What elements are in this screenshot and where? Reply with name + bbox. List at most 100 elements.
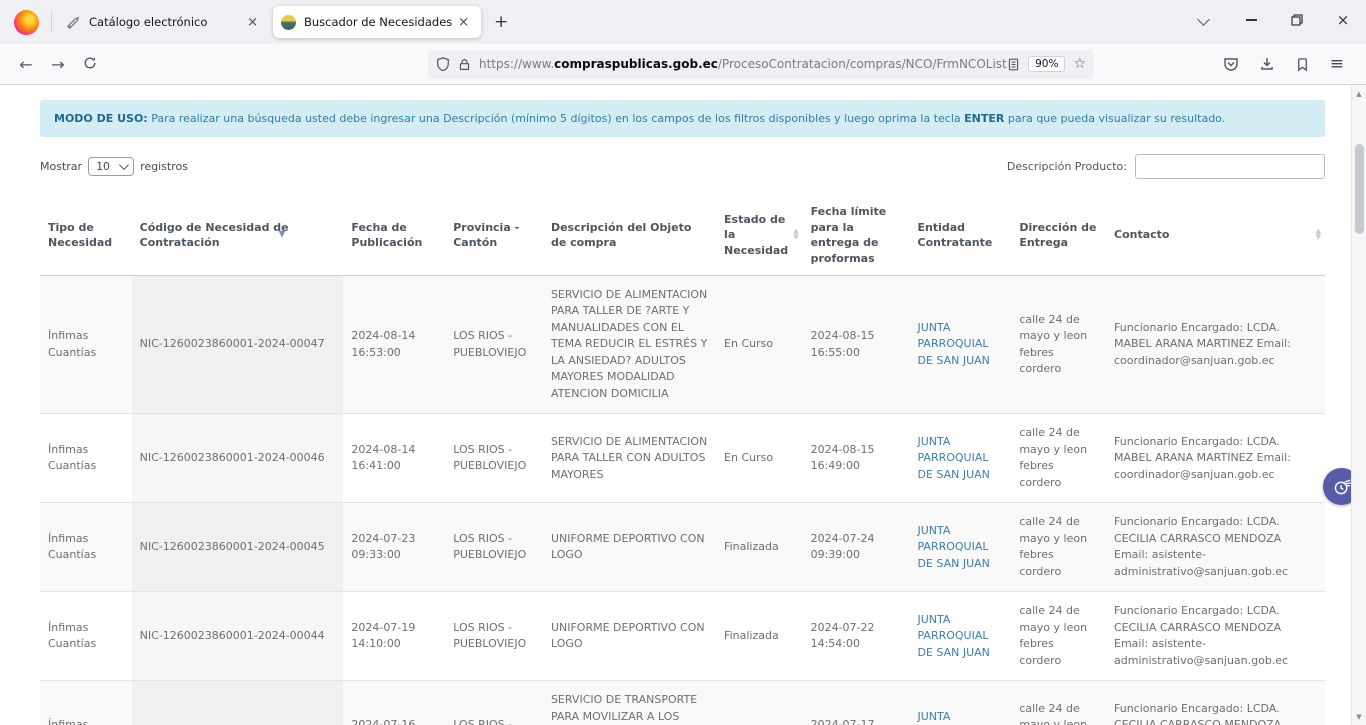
lock-icon[interactable] xyxy=(458,58,471,71)
tab-close-icon[interactable]: × xyxy=(454,15,473,30)
vertical-scrollbar[interactable]: ▲ ▼ xyxy=(1351,86,1366,725)
table-row[interactable]: Ínfimas Cuantías NIC-1260023860001-2024-… xyxy=(40,503,1325,592)
header-codigo[interactable]: Código de Necesidad de Contratación▼ xyxy=(132,195,344,275)
entidad-link[interactable]: JUNTA PARROQUIAL DE SAN JUAN xyxy=(918,435,990,481)
table-row[interactable]: Ínfimas Cuantías NIC-1260023860001-2024-… xyxy=(40,414,1325,503)
cell-provincia-canton: LOS RIOS - PUEBLOVIEJO xyxy=(445,681,543,725)
reader-view-icon[interactable] xyxy=(1007,58,1020,71)
header-direccion[interactable]: Dirección de Entrega xyxy=(1011,195,1106,275)
cell-contacto: Funcionario Encargado: LCDA. MABEL ARANA… xyxy=(1106,275,1325,414)
scrollbar-up-icon[interactable]: ▲ xyxy=(1352,90,1366,98)
buscador-favicon-icon xyxy=(281,15,296,30)
url-path: /ProcesoContratacion/compras/NCO/FrmNCOL… xyxy=(718,57,1007,71)
browser-tab-bar: Catálogo electrónico × Buscador de Neces… xyxy=(0,0,1366,44)
table-row[interactable]: Ínfimas Cuantías NIC-1260023860001-2024-… xyxy=(40,275,1325,414)
tab-close-icon[interactable]: × xyxy=(243,15,262,30)
cell-descripcion: SERVICIO DE ALIMENTACION PARA TALLER CON… xyxy=(543,414,716,503)
header-entidad[interactable]: Entidad Contratante xyxy=(910,195,1012,275)
descripcion-producto-input[interactable] xyxy=(1135,154,1325,179)
entidad-link[interactable]: JUNTA PARROQUIAL DE SAN JUAN xyxy=(918,613,990,659)
needs-table: Tipo de Necesidad Código de Necesidad de… xyxy=(40,195,1325,725)
cell-entidad: JUNTA PARROQUIAL DE SAN JUAN xyxy=(910,503,1012,592)
header-estado[interactable]: Estado de la Necesidad ▲▼ xyxy=(716,195,803,275)
shield-icon[interactable] xyxy=(436,57,450,71)
firefox-logo-icon[interactable] xyxy=(14,10,39,35)
tab-buscador-necesidades[interactable]: Buscador de Necesidades de Co × xyxy=(273,6,481,38)
table-row[interactable]: Ínfimas Cuantías NIC-1260023860001-2024-… xyxy=(40,592,1325,681)
header-fecha-limite[interactable]: Fecha límite para la entrega de proforma… xyxy=(803,195,910,275)
table-header-row: Tipo de Necesidad Código de Necesidad de… xyxy=(40,195,1325,275)
tab-title: Buscador de Necesidades de Co xyxy=(304,15,454,29)
header-label: Tipo de Necesidad xyxy=(48,221,112,249)
usage-banner: MODO DE USO: Para realizar una búsqueda … xyxy=(40,100,1325,137)
header-label: Estado de la Necesidad xyxy=(724,213,788,257)
header-label: Contacto xyxy=(1114,228,1169,241)
browser-toolbar: ← → https://www.compraspublicas.gob.ec/P… xyxy=(0,44,1366,85)
window-close-button[interactable]: × xyxy=(1320,0,1366,40)
forward-button[interactable]: → xyxy=(42,55,74,74)
pocket-icon[interactable] xyxy=(1223,56,1239,72)
table-controls: Mostrar 10 registros Descripción Product… xyxy=(40,154,1325,179)
entidad-link[interactable]: JUNTA PARROQUIAL DE SAN JUAN xyxy=(918,524,990,570)
filter-group: Descripción Producto: xyxy=(1007,154,1325,179)
cell-provincia-canton: LOS RIOS - PUEBLOVIEJO xyxy=(445,275,543,414)
banner-bold-enter: ENTER xyxy=(964,112,1004,125)
reload-button[interactable] xyxy=(74,55,106,74)
download-icon[interactable] xyxy=(1259,56,1275,72)
header-tipo-necesidad[interactable]: Tipo de Necesidad xyxy=(40,195,132,275)
cell-fecha-limite: 2024-07-22 14:54:00 xyxy=(803,592,910,681)
cell-fecha-limite: 2024-07-24 09:39:00 xyxy=(803,503,910,592)
scrollbar-thumb[interactable] xyxy=(1355,144,1364,234)
menu-icon[interactable]: ≡ xyxy=(1330,54,1344,74)
cell-entidad: JUNTA PARROQUIAL DE SAN JUAN xyxy=(910,681,1012,725)
filter-label: Descripción Producto: xyxy=(1007,160,1127,173)
bookmark-star-icon[interactable]: ☆ xyxy=(1073,56,1086,72)
toolbar-right-icons: ≡ xyxy=(1223,54,1356,74)
table-row[interactable]: Ínfimas Cuantías NIC-1260023860001-2024-… xyxy=(40,681,1325,725)
catalogo-favicon-icon xyxy=(66,15,81,30)
entidad-link[interactable]: JUNTA PARROQUIAL DE SAN JUAN xyxy=(918,321,990,367)
header-descripcion[interactable]: Descripción del Objeto de compra xyxy=(543,195,716,275)
page-size-select[interactable]: 10 xyxy=(88,157,134,176)
sort-both-icon[interactable]: ▲▼ xyxy=(793,229,798,241)
page-size-value: 10 xyxy=(96,160,110,173)
entidad-link[interactable]: JUNTA PARROQUIAL DE SAN JUAN xyxy=(918,710,990,725)
cell-estado: Finalizada xyxy=(716,503,803,592)
header-contacto[interactable]: Contacto ▲▼ xyxy=(1106,195,1325,275)
sort-both-icon[interactable]: ▲▼ xyxy=(1316,229,1321,241)
cell-tipo-necesidad: Ínfimas Cuantías xyxy=(40,503,132,592)
cell-direccion: calle 24 de mayo y leon febres cordero xyxy=(1011,503,1106,592)
back-button[interactable]: ← xyxy=(10,55,42,74)
cell-descripcion: UNIFORME DEPORTIVO CON LOGO xyxy=(543,503,716,592)
header-provincia-canton[interactable]: Provincia - Cantón xyxy=(445,195,543,275)
cell-estado: Finalizada xyxy=(716,681,803,725)
cell-codigo: NIC-1260023860001-2024-00045 xyxy=(132,503,344,592)
cell-fecha-limite: 2024-08-15 16:55:00 xyxy=(803,275,910,414)
new-tab-button[interactable]: + xyxy=(484,10,518,34)
cell-tipo-necesidad: Ínfimas Cuantías xyxy=(40,681,132,725)
tab-list-chevron-icon[interactable] xyxy=(1197,13,1210,26)
window-minimize-button[interactable] xyxy=(1228,0,1274,40)
cell-contacto: Funcionario Encargado: LCDA. MABEL ARANA… xyxy=(1106,414,1325,503)
reload-icon xyxy=(83,56,97,70)
restore-icon xyxy=(1291,14,1303,26)
cell-contacto: Funcionario Encargado: LCDA. CECILIA CAR… xyxy=(1106,503,1325,592)
window-maximize-button[interactable] xyxy=(1274,0,1320,40)
header-label: Fecha de Publicación xyxy=(351,221,422,249)
scrollbar-down-icon[interactable]: ▼ xyxy=(1352,713,1366,721)
url-text[interactable]: https://www.compraspublicas.gob.ec/Proce… xyxy=(479,57,1007,71)
tab-catalogo-electronico[interactable]: Catálogo electrónico × xyxy=(58,0,270,44)
header-label: Descripción del Objeto de compra xyxy=(551,221,691,249)
extensions-icon[interactable] xyxy=(1295,57,1310,72)
header-fecha-publicacion[interactable]: Fecha de Publicación xyxy=(343,195,445,275)
sort-desc-icon[interactable]: ▼ xyxy=(278,229,285,242)
banner-bold-prefix: MODO DE USO: xyxy=(54,112,148,125)
url-bar[interactable]: https://www.compraspublicas.gob.ec/Proce… xyxy=(428,50,1094,79)
needs-table-body: Ínfimas Cuantías NIC-1260023860001-2024-… xyxy=(40,275,1325,725)
cell-direccion: calle 24 de mayo y leon febres cordero xyxy=(1011,592,1106,681)
cell-fecha-publicacion: 2024-08-14 16:41:00 xyxy=(343,414,445,503)
page-content: MODO DE USO: Para realizar una búsqueda … xyxy=(0,85,1366,725)
zoom-level-button[interactable]: 90% xyxy=(1028,56,1065,72)
cell-entidad: JUNTA PARROQUIAL DE SAN JUAN xyxy=(910,592,1012,681)
cell-descripcion: UNIFORME DEPORTIVO CON LOGO xyxy=(543,592,716,681)
